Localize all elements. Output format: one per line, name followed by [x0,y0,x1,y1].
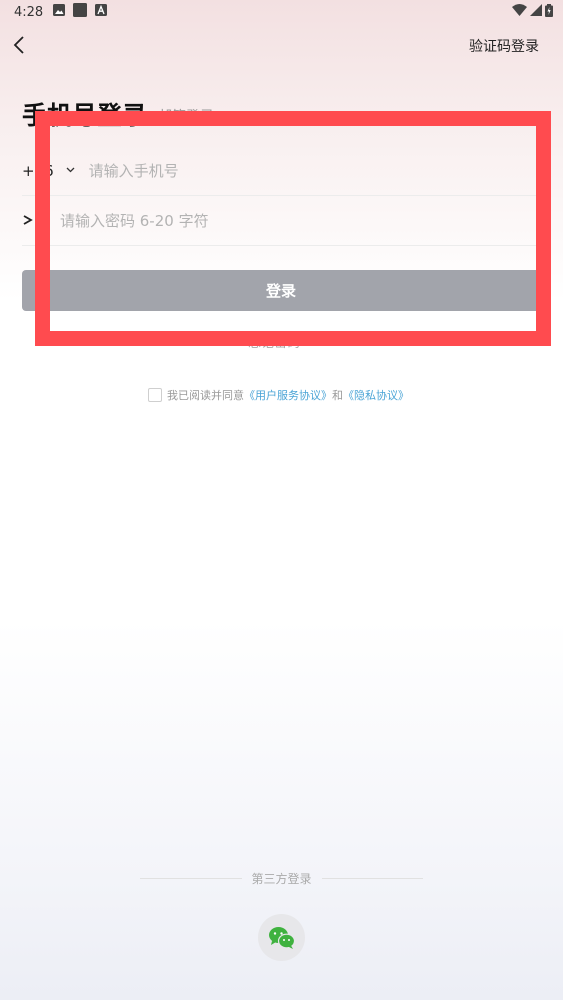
signal-icon [530,4,542,20]
phone-row: +86 [22,146,540,196]
gallery-notification-icon [53,4,66,20]
third-party-divider: 第三方登录 [140,870,424,886]
user-agreement-link[interactable]: 《用户服务协议》 [244,387,332,403]
divider-right [321,877,424,879]
status-time: 4:28 [14,4,44,20]
country-code-selector[interactable]: +86 [22,162,75,180]
third-party-label: 第三方登录 [251,871,312,886]
battery-icon [545,3,553,21]
email-login-tab[interactable]: 邮箱登录 [158,106,214,126]
password-row [22,196,540,246]
divider-left [140,877,242,879]
agreement-and: 和 [332,389,343,402]
wifi-icon [512,4,527,20]
back-button[interactable] [8,32,30,58]
chevron-down-icon [66,165,75,176]
forgot-password-link[interactable]: 忘记密码 [248,332,300,351]
sms-login-link[interactable]: 验证码登录 [469,36,539,56]
privacy-agreement-link[interactable]: 《隐私协议》 [343,387,409,403]
agreement-row: 我已阅读并同意 《用户服务协议》 和 《隐私协议》 [148,387,409,403]
password-icon [22,212,42,230]
page-title: 手机号登录 [22,101,148,130]
agreement-prefix: 我已阅读并同意 [167,389,244,402]
password-input[interactable] [60,211,490,230]
agreement-checkbox[interactable] [148,388,162,402]
wechat-icon [268,926,295,949]
country-code: +86 [22,161,54,180]
app-notification-icon [73,3,88,21]
status-right [512,3,553,21]
phone-input[interactable] [88,161,489,180]
status-bar: 4:28 [0,0,563,24]
wechat-login-button[interactable] [258,914,305,961]
chevron-left-icon [13,36,24,54]
font-notification-icon [95,4,108,20]
login-button[interactable]: 登录 [22,270,540,311]
